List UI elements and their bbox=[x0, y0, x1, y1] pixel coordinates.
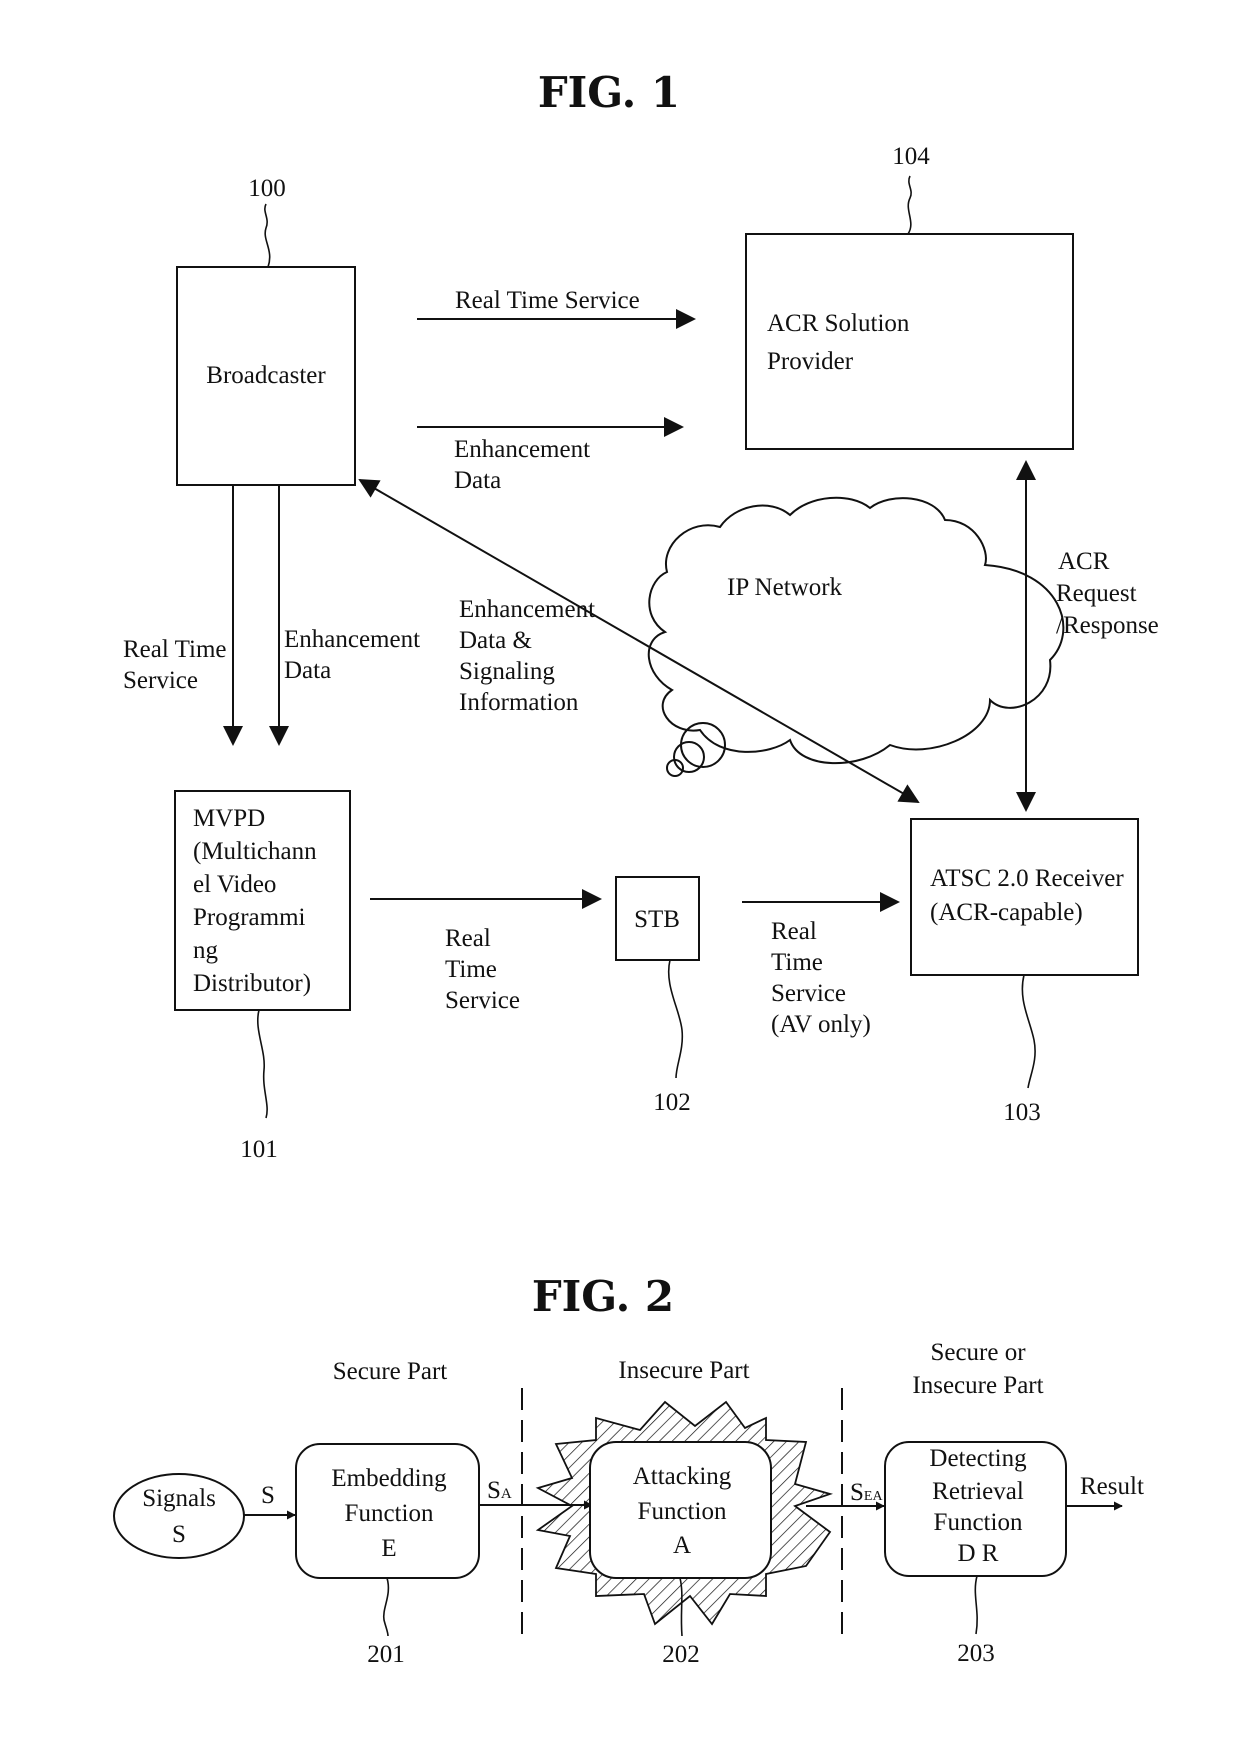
receiver-node: ATSC 2.0 Receiver (ACR-capable) 103 bbox=[910, 818, 1139, 1126]
label-enh-sig-line-4: Information bbox=[459, 689, 579, 716]
embedding-label-line-2: Function bbox=[345, 1500, 434, 1527]
attacking-node: Attacking Function A 202 bbox=[535, 1400, 834, 1668]
acr-provider-ref: 104 bbox=[892, 143, 930, 170]
section-label-insecure: Insecure Part bbox=[618, 1357, 749, 1384]
figure-2: FIG. 2 Secure Part Insecure Part Secure … bbox=[113, 1272, 1144, 1668]
label-sea: SEA bbox=[850, 1479, 883, 1506]
detecting-node: Detecting Retrieval Function D R 203 bbox=[884, 1441, 1067, 1667]
patent-figure-sheet: FIG. 1 Broadcaster 100 ACR Solution Prov… bbox=[113, 68, 1159, 1668]
label-sea-main: S bbox=[850, 1479, 864, 1506]
figure-1: FIG. 1 Broadcaster 100 ACR Solution Prov… bbox=[123, 68, 1159, 1163]
label-stb-to-receiver-line-3: Service bbox=[771, 980, 846, 1007]
label-acr-req-line-2: Request bbox=[1056, 580, 1137, 607]
detecting-label-line-3: Function bbox=[934, 1509, 1023, 1536]
section-label-secure: Secure Part bbox=[333, 1358, 448, 1385]
embedding-label-line-1: Embedding bbox=[331, 1465, 447, 1492]
label-broadcaster-to-acr-rts: Real Time Service bbox=[455, 287, 640, 314]
label-mvpd-to-stb-line-1: Real bbox=[445, 925, 491, 952]
label-acr-req-line-1: ACR bbox=[1058, 548, 1110, 575]
detecting-leader-line bbox=[974, 1575, 978, 1635]
detecting-label-line-1: Detecting bbox=[929, 1445, 1027, 1472]
label-broadcaster-to-mvpd-rts-line-2: Service bbox=[123, 667, 198, 694]
broadcaster-node: Broadcaster 100 bbox=[176, 175, 356, 486]
acr-provider-box bbox=[745, 233, 1074, 450]
label-stb-to-receiver-line-2: Time bbox=[771, 949, 823, 976]
label-mvpd-to-stb-line-3: Service bbox=[445, 987, 520, 1014]
ip-network-cloud: IP Network bbox=[647, 496, 1065, 777]
label-broadcaster-to-acr-enh-line-1: Enhancement bbox=[454, 436, 590, 463]
attacking-label-line-1: Attacking bbox=[633, 1463, 732, 1490]
figure-2-title: FIG. 2 bbox=[532, 1272, 674, 1321]
ip-network-label: IP Network bbox=[727, 574, 843, 601]
stb-node: STB 102 bbox=[615, 876, 700, 1116]
mvpd-label-line-5: ng bbox=[193, 937, 219, 964]
detecting-label-line-4: D R bbox=[958, 1540, 999, 1567]
label-stb-to-receiver-line-1: Real bbox=[771, 918, 817, 945]
detecting-label-line-2: Retrieval bbox=[932, 1478, 1024, 1505]
attacking-label-line-3: A bbox=[673, 1532, 691, 1559]
stb-ref: 102 bbox=[653, 1089, 691, 1116]
mvpd-ref: 101 bbox=[240, 1136, 278, 1163]
mvpd-label-line-1: MVPD bbox=[193, 805, 265, 832]
label-sa: SA bbox=[487, 1477, 512, 1504]
broadcaster-ref: 100 bbox=[248, 175, 286, 202]
arrow-broadcaster-receiver-enh-sig bbox=[358, 479, 920, 803]
section-label-secure-or-insecure-line-1: Secure or bbox=[930, 1339, 1026, 1366]
acr-provider-leader-line bbox=[907, 175, 912, 235]
embedding-label-line-3: E bbox=[381, 1535, 396, 1562]
label-s: S bbox=[261, 1482, 275, 1509]
label-broadcaster-to-mvpd-enh-line-2: Data bbox=[284, 657, 331, 684]
figure-1-title: FIG. 1 bbox=[538, 68, 680, 117]
mvpd-label-line-3: el Video bbox=[193, 871, 276, 898]
signals-label-line-1: Signals bbox=[142, 1485, 216, 1512]
mvpd-label-line-6: Distributor) bbox=[193, 970, 311, 997]
receiver-box bbox=[910, 818, 1139, 976]
cloud-outline bbox=[647, 496, 1065, 765]
embedding-leader-line bbox=[382, 1577, 390, 1637]
label-mvpd-to-stb-line-2: Time bbox=[445, 956, 497, 983]
signals-node: Signals S bbox=[113, 1473, 245, 1559]
receiver-leader-line bbox=[1021, 974, 1036, 1089]
label-enh-sig-line-2: Data & bbox=[459, 627, 532, 654]
section-label-secure-or-insecure-line-2: Insecure Part bbox=[912, 1372, 1043, 1399]
detecting-ref: 203 bbox=[957, 1640, 995, 1667]
acr-provider-node: ACR Solution Provider 104 bbox=[745, 143, 1074, 450]
receiver-ref: 103 bbox=[1003, 1099, 1041, 1126]
receiver-label-line-2: (ACR-capable) bbox=[930, 899, 1083, 926]
broadcaster-label: Broadcaster bbox=[206, 362, 326, 389]
mvpd-label-line-4: Programmi bbox=[193, 904, 306, 931]
embedding-ref: 201 bbox=[367, 1641, 405, 1668]
embedding-node: Embedding Function E 201 bbox=[295, 1443, 480, 1668]
acr-provider-label-line-2: Provider bbox=[767, 348, 854, 375]
label-sea-sub: EA bbox=[864, 1489, 884, 1504]
mvpd-label-line-2: (Multichann bbox=[193, 838, 317, 865]
label-broadcaster-to-acr-enh-line-2: Data bbox=[454, 467, 501, 494]
label-acr-req-line-3: /Response bbox=[1056, 612, 1159, 639]
signals-label-line-2: S bbox=[172, 1521, 186, 1548]
acr-provider-label-line-1: ACR Solution bbox=[767, 310, 910, 337]
label-sa-main: S bbox=[487, 1477, 501, 1504]
attacking-label-line-2: Function bbox=[638, 1498, 727, 1525]
label-enh-sig-line-3: Signaling bbox=[459, 658, 555, 685]
attacking-ref: 202 bbox=[662, 1641, 700, 1668]
label-broadcaster-to-mvpd-enh-line-1: Enhancement bbox=[284, 626, 420, 653]
label-result: Result bbox=[1080, 1473, 1144, 1500]
label-enh-sig-line-1: Enhancement bbox=[459, 596, 595, 623]
broadcaster-leader-line bbox=[264, 203, 271, 268]
receiver-label-line-1: ATSC 2.0 Receiver bbox=[930, 865, 1124, 892]
stb-label: STB bbox=[634, 906, 680, 933]
label-stb-to-receiver-line-4: (AV only) bbox=[771, 1011, 871, 1038]
stb-leader-line bbox=[667, 959, 684, 1079]
label-sa-sub: A bbox=[501, 1486, 512, 1502]
cloud-bubble-medium bbox=[673, 741, 705, 773]
mvpd-node: MVPD (Multichann el Video Programmi ng D… bbox=[174, 790, 351, 1163]
label-broadcaster-to-mvpd-rts-line-1: Real Time bbox=[123, 636, 227, 663]
mvpd-leader-line bbox=[257, 1009, 268, 1119]
